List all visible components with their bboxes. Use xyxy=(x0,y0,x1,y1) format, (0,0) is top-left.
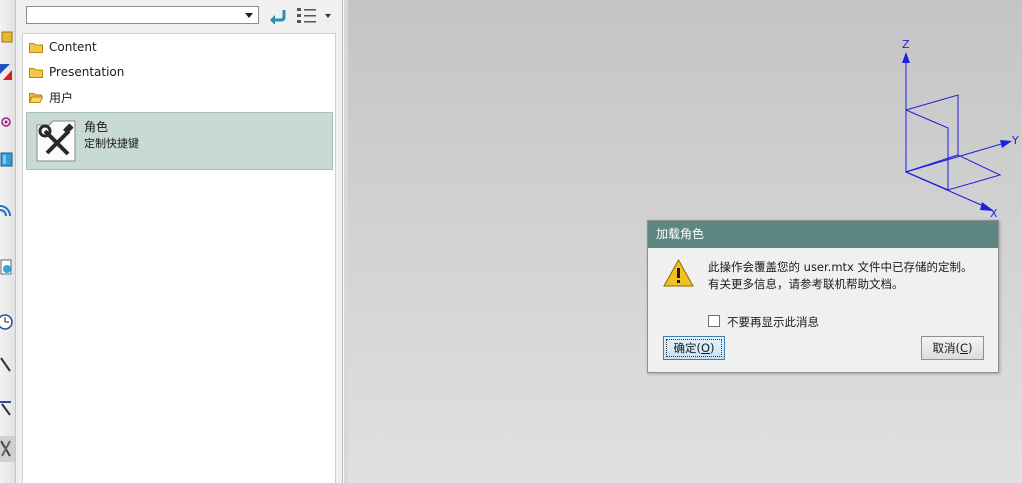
tools-icon xyxy=(36,120,76,162)
ok-button[interactable]: 确定(O) xyxy=(663,336,725,360)
cancel-button[interactable]: 取消(C) xyxy=(921,336,984,360)
return-arrow-icon xyxy=(270,10,286,24)
left-toolbar-strip xyxy=(0,0,16,483)
list-view-icon xyxy=(297,8,331,23)
tree-item-presentation[interactable]: Presentation xyxy=(29,62,124,82)
folder-closed-icon xyxy=(29,67,43,78)
load-role-dialog: 加载角色 此操作会覆盖您的 user.mtx 文件中已存储的定制。 有关更多信息… xyxy=(647,220,999,373)
shapes-icon[interactable] xyxy=(0,62,14,80)
cancel-label-tail: ) xyxy=(968,341,973,355)
view-options-button[interactable] xyxy=(296,5,336,27)
layer-icon[interactable] xyxy=(0,28,14,46)
dont-show-again-label[interactable]: 不要再显示此消息 xyxy=(727,314,819,330)
clock-icon[interactable] xyxy=(0,312,14,330)
x-axis-label: X xyxy=(990,207,998,220)
dont-show-again-checkbox[interactable] xyxy=(708,315,720,327)
pencil-icon[interactable] xyxy=(0,355,14,373)
folder-closed-icon xyxy=(29,42,43,53)
cancel-accelerator: C xyxy=(959,341,969,355)
role-item[interactable]: 角色 定制快捷键 xyxy=(26,112,333,170)
dialog-message-line1: 此操作会覆盖您的 user.mtx 文件中已存储的定制。 xyxy=(708,260,973,274)
target-icon[interactable] xyxy=(0,112,14,130)
tree-item-content[interactable]: Content xyxy=(29,37,97,57)
dialog-message-line2: 有关更多信息，请参考联机帮助文档。 xyxy=(708,277,904,291)
tree-item-user[interactable]: 用户 xyxy=(29,87,73,107)
ok-label: 确定( xyxy=(673,341,701,355)
panel-toolbar xyxy=(16,0,342,32)
resource-panel: Content Presentation 用户 角色 定制快捷键 xyxy=(16,0,343,483)
chevron-down-icon xyxy=(245,13,253,18)
ok-label-tail: ) xyxy=(710,341,715,355)
tree-item-label: 用户 xyxy=(49,90,74,105)
path-combobox[interactable] xyxy=(26,6,259,24)
y-axis-label: Y xyxy=(1011,134,1019,147)
role-title: 角色 xyxy=(84,120,109,134)
resource-tree: Content Presentation 用户 角色 定制快捷键 xyxy=(22,33,336,483)
role-tab-icon[interactable] xyxy=(0,436,15,462)
warning-icon xyxy=(663,259,694,287)
document-globe-icon[interactable] xyxy=(0,258,14,276)
tree-item-label: Presentation xyxy=(49,65,125,79)
z-axis-label: Z xyxy=(902,38,910,51)
dialog-title-bar[interactable]: 加载角色 xyxy=(648,221,998,248)
role-description: 定制快捷键 xyxy=(84,137,139,150)
back-button[interactable] xyxy=(267,5,289,27)
folder-open-icon xyxy=(29,92,43,103)
dialog-title: 加载角色 xyxy=(656,227,705,241)
ok-button-focus-rect: 确定(O) xyxy=(666,339,722,357)
book-icon[interactable] xyxy=(0,150,14,168)
z-arrowhead xyxy=(902,52,910,63)
cursor-tool-icon[interactable] xyxy=(0,398,14,416)
tree-item-label: Content xyxy=(49,40,97,54)
ok-accelerator: O xyxy=(700,341,711,355)
wireless-icon[interactable] xyxy=(0,202,14,220)
y-arrowhead xyxy=(1000,140,1012,148)
cancel-label: 取消( xyxy=(932,341,960,355)
